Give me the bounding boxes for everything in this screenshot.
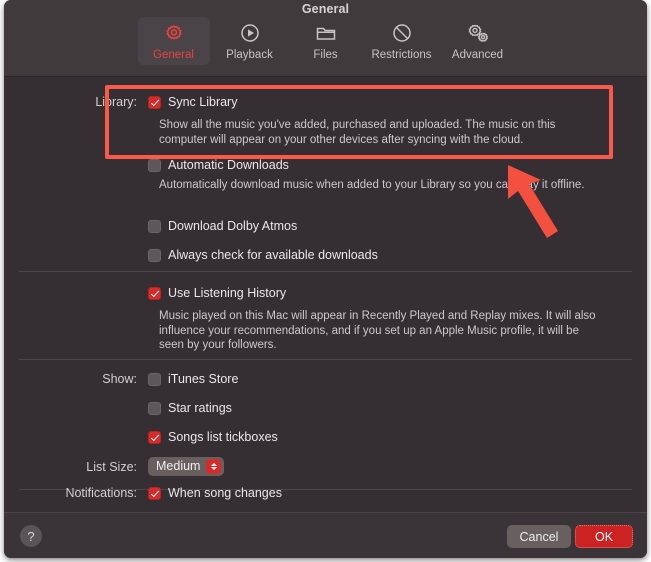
- dual-gear-icon: [465, 21, 491, 47]
- tab-restrictions[interactable]: Restrictions: [366, 17, 438, 65]
- automatic-downloads-description: Automatically download music when added …: [159, 179, 585, 191]
- listening-history-label: Use Listening History: [168, 286, 287, 300]
- library-field-label: Library:: [95, 95, 137, 109]
- tab-general-label: General: [153, 49, 194, 61]
- notifications-field-row: Notifications: When song changes: [24, 485, 282, 501]
- stepper-icon[interactable]: [206, 459, 222, 474]
- songs-list-tickboxes-label: Songs list tickboxes: [168, 430, 278, 444]
- tab-advanced-label: Advanced: [451, 49, 504, 61]
- toolbar-tabs: General Playback Files Restrictions Adva…: [4, 17, 647, 65]
- play-circle-icon: [238, 21, 262, 47]
- songs-list-tickboxes-checkbox[interactable]: [148, 430, 161, 444]
- automatic-downloads-label: Automatic Downloads: [168, 158, 289, 172]
- library-field-row: Library: Sync Library: [48, 94, 237, 110]
- listening-history-description: Music played on this Mac will appear in …: [159, 310, 596, 351]
- chevron-up-icon: [210, 462, 217, 466]
- when-song-changes-checkbox[interactable]: [148, 486, 161, 500]
- list-size-value: Medium: [156, 459, 201, 473]
- always-check-downloads-checkbox-row[interactable]: Always check for available downloads: [148, 247, 378, 263]
- songs-list-tickboxes-checkbox-row[interactable]: Songs list tickboxes: [148, 429, 278, 445]
- listening-history-checkbox-row[interactable]: Use Listening History: [148, 285, 286, 301]
- sync-library-description: Show all the music you've added, purchas…: [159, 119, 556, 146]
- list-size-field-label: List Size:: [86, 459, 137, 474]
- tab-advanced[interactable]: Advanced: [442, 17, 514, 65]
- tab-restrictions-label: Restrictions: [371, 49, 432, 61]
- tab-files-label: Files: [313, 49, 338, 61]
- listening-history-checkbox[interactable]: [148, 286, 161, 300]
- star-ratings-checkbox-row[interactable]: Star ratings: [148, 400, 232, 416]
- ok-button[interactable]: OK: [575, 525, 633, 548]
- sync-library-label: Sync Library: [168, 95, 238, 109]
- star-ratings-checkbox[interactable]: [148, 401, 161, 415]
- gear-icon: [162, 21, 186, 47]
- itunes-store-checkbox[interactable]: [148, 372, 161, 386]
- prohibit-icon: [390, 21, 414, 47]
- window-title: General: [301, 2, 350, 16]
- help-button[interactable]: ?: [20, 525, 42, 547]
- show-field-row: Show: iTunes Store: [48, 371, 238, 387]
- chevron-down-icon: [210, 467, 217, 471]
- tab-playback-label: Playback: [226, 49, 273, 61]
- settings-content: Library: Sync Library Show all the music…: [4, 77, 647, 512]
- separator-2: [19, 359, 632, 360]
- star-ratings-label: Star ratings: [168, 401, 232, 415]
- download-dolby-atmos-checkbox[interactable]: [148, 219, 161, 233]
- toolbar: General General Playback Files Restricti…: [4, 0, 647, 77]
- tab-files[interactable]: Files: [290, 17, 362, 65]
- when-song-changes-checkbox-row[interactable]: When song changes: [148, 485, 282, 501]
- tab-playback[interactable]: Playback: [214, 17, 286, 65]
- automatic-downloads-checkbox[interactable]: [148, 158, 161, 172]
- separator-1: [19, 271, 632, 272]
- cancel-button[interactable]: Cancel: [507, 525, 571, 548]
- list-size-select[interactable]: Medium: [148, 457, 225, 476]
- sync-library-checkbox-row[interactable]: Sync Library: [148, 94, 237, 110]
- download-dolby-atmos-label: Download Dolby Atmos: [168, 219, 298, 233]
- always-check-downloads-checkbox[interactable]: [148, 248, 161, 262]
- itunes-store-checkbox-row[interactable]: iTunes Store: [148, 371, 238, 387]
- itunes-store-label: iTunes Store: [168, 372, 239, 386]
- tab-general[interactable]: General: [137, 17, 210, 65]
- show-field-label: Show:: [102, 372, 137, 386]
- sync-library-checkbox[interactable]: [148, 95, 161, 109]
- always-check-downloads-label: Always check for available downloads: [168, 248, 378, 262]
- when-song-changes-label: When song changes: [168, 486, 282, 500]
- notifications-field-label: Notifications:: [65, 486, 137, 500]
- download-dolby-atmos-checkbox-row[interactable]: Download Dolby Atmos: [148, 218, 297, 234]
- automatic-downloads-checkbox-row[interactable]: Automatic Downloads: [148, 157, 289, 173]
- footer: ? Cancel OK: [4, 512, 647, 558]
- preferences-window: General General Playback Files Restricti…: [4, 0, 647, 558]
- list-size-field-row: List Size: Medium: [48, 457, 225, 476]
- folder-icon: [314, 21, 338, 47]
